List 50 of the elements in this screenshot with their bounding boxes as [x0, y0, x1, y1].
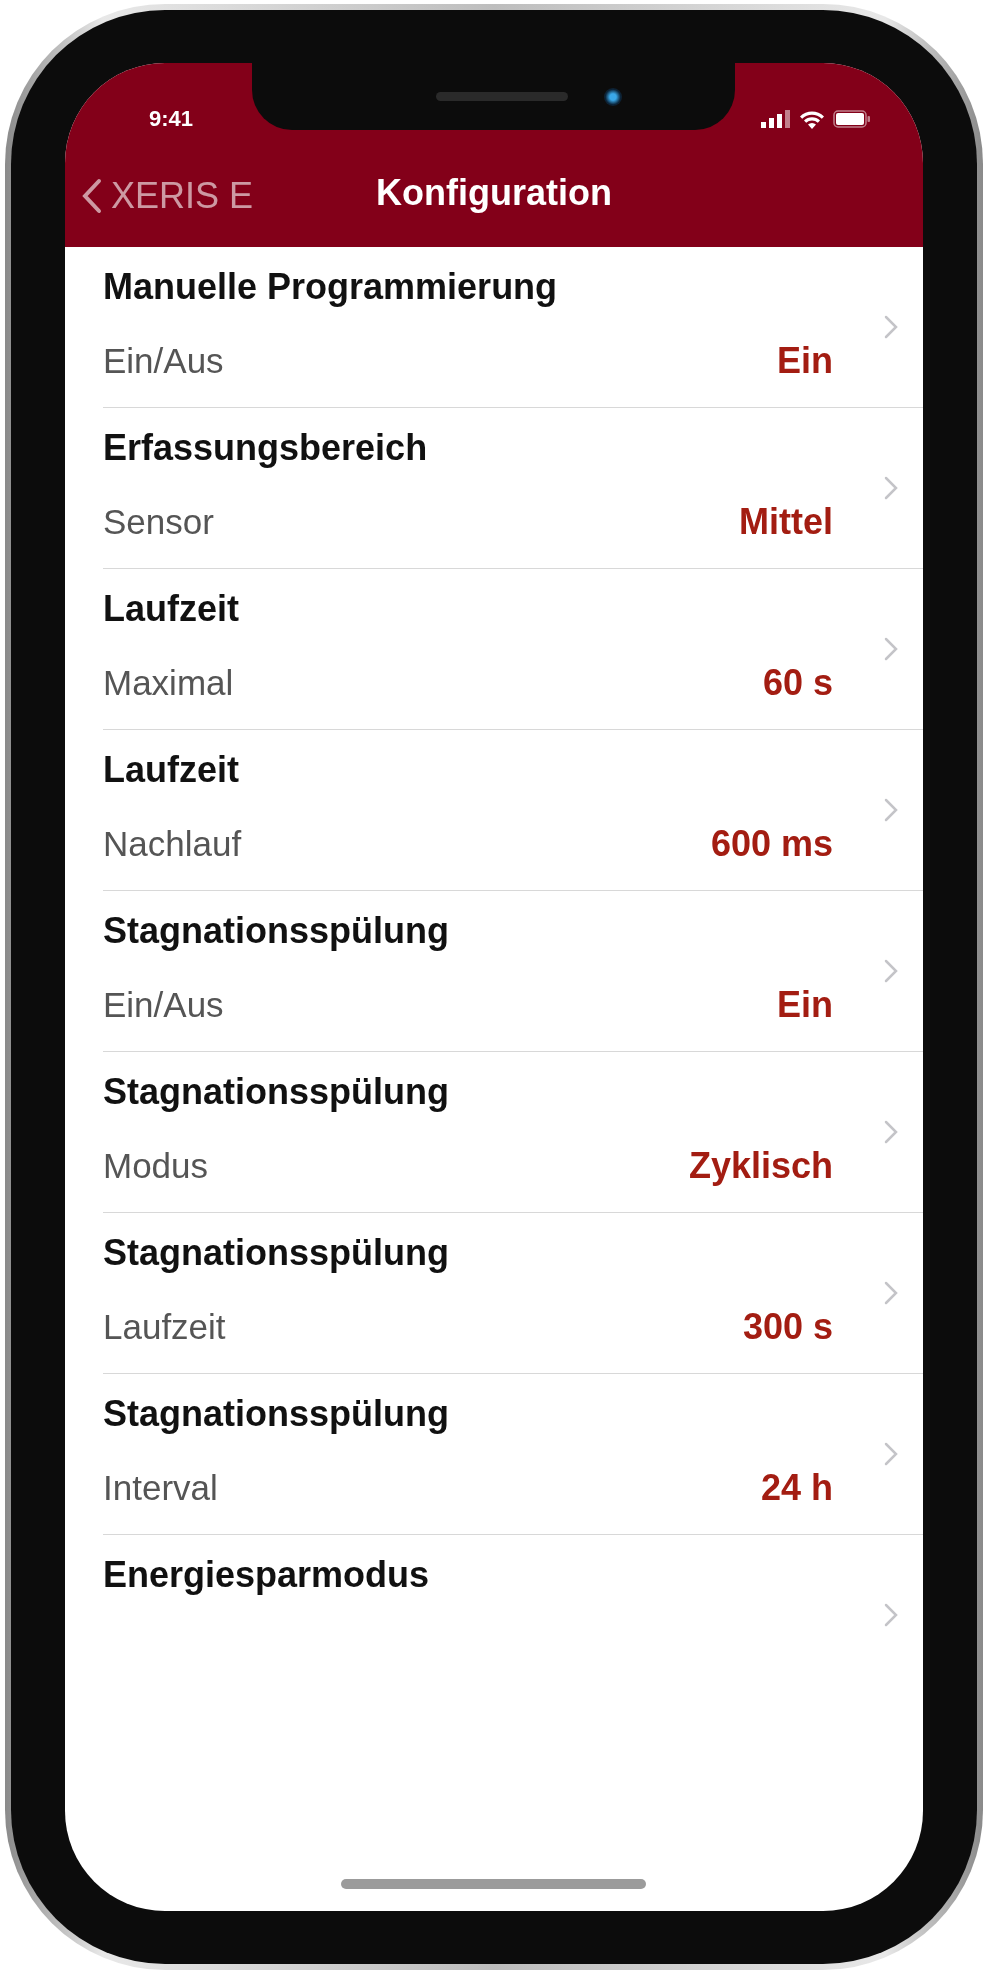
chevron-icon	[884, 959, 898, 983]
row-title: Laufzeit	[103, 588, 240, 630]
back-chevron-icon	[81, 178, 103, 214]
chevron-icon	[884, 476, 898, 500]
settings-row[interactable]: Stagnationsspülung Laufzeit 300 s	[103, 1213, 923, 1374]
chevron-icon	[884, 1603, 898, 1627]
row-value: Ein	[777, 984, 833, 1026]
row-label: Ein/Aus	[103, 341, 224, 381]
row-label: Modus	[103, 1146, 209, 1186]
row-title: Stagnationsspülung	[103, 910, 450, 952]
settings-row[interactable]: Laufzeit Maximal 60 s	[103, 569, 923, 730]
signal-icon	[761, 110, 791, 128]
settings-row[interactable]: Energiesparmodus	[103, 1535, 923, 1696]
row-title: Energiesparmodus	[103, 1554, 431, 1596]
row-value: 600 ms	[710, 823, 833, 865]
screen-title: Konfiguration	[376, 172, 612, 214]
chevron-icon	[884, 637, 898, 661]
row-title: Laufzeit	[103, 749, 240, 791]
row-value: 60 s	[762, 662, 833, 704]
row-label: Nachlauf	[103, 824, 242, 864]
settings-row[interactable]: Erfassungsbereich Sensor Mittel	[103, 408, 923, 569]
row-value: 300 s	[742, 1306, 833, 1348]
row-value: Mittel	[739, 501, 833, 543]
row-label: Ein/Aus	[103, 985, 224, 1025]
row-label: Sensor	[103, 502, 214, 542]
row-title: Stagnationsspülung	[103, 1393, 450, 1435]
row-value: 24 h	[760, 1467, 833, 1509]
back-button[interactable]: XERIS E	[81, 175, 254, 217]
chevron-icon	[884, 1120, 898, 1144]
chevron-icon	[884, 1281, 898, 1305]
status-time: 9:41	[149, 106, 194, 132]
row-label: Maximal	[103, 663, 234, 703]
settings-row[interactable]: Stagnationsspülung Modus Zyklisch	[103, 1052, 923, 1213]
settings-row[interactable]: Stagnationsspülung Ein/Aus Ein	[103, 891, 923, 1052]
row-title: Erfassungsbereich	[103, 427, 429, 469]
row-title: Stagnationsspülung	[103, 1232, 450, 1274]
wifi-icon	[799, 109, 825, 129]
row-value: Zyklisch	[688, 1145, 833, 1187]
row-label: Laufzeit	[103, 1307, 226, 1347]
chevron-icon	[884, 798, 898, 822]
chevron-icon	[884, 315, 898, 339]
row-title: Stagnationsspülung	[103, 1071, 450, 1113]
settings-row[interactable]: Stagnationsspülung Interval 24 h	[103, 1374, 923, 1535]
row-title: Manuelle Programmierung	[103, 266, 559, 308]
row-label: Interval	[103, 1468, 218, 1508]
chevron-icon	[884, 1442, 898, 1466]
row-value: Ein	[777, 340, 833, 382]
settings-row[interactable]: Manuelle Programmierung Ein/Aus Ein	[103, 247, 923, 408]
settings-row[interactable]: Laufzeit Nachlauf 600 ms	[103, 730, 923, 891]
battery-icon	[833, 110, 871, 128]
